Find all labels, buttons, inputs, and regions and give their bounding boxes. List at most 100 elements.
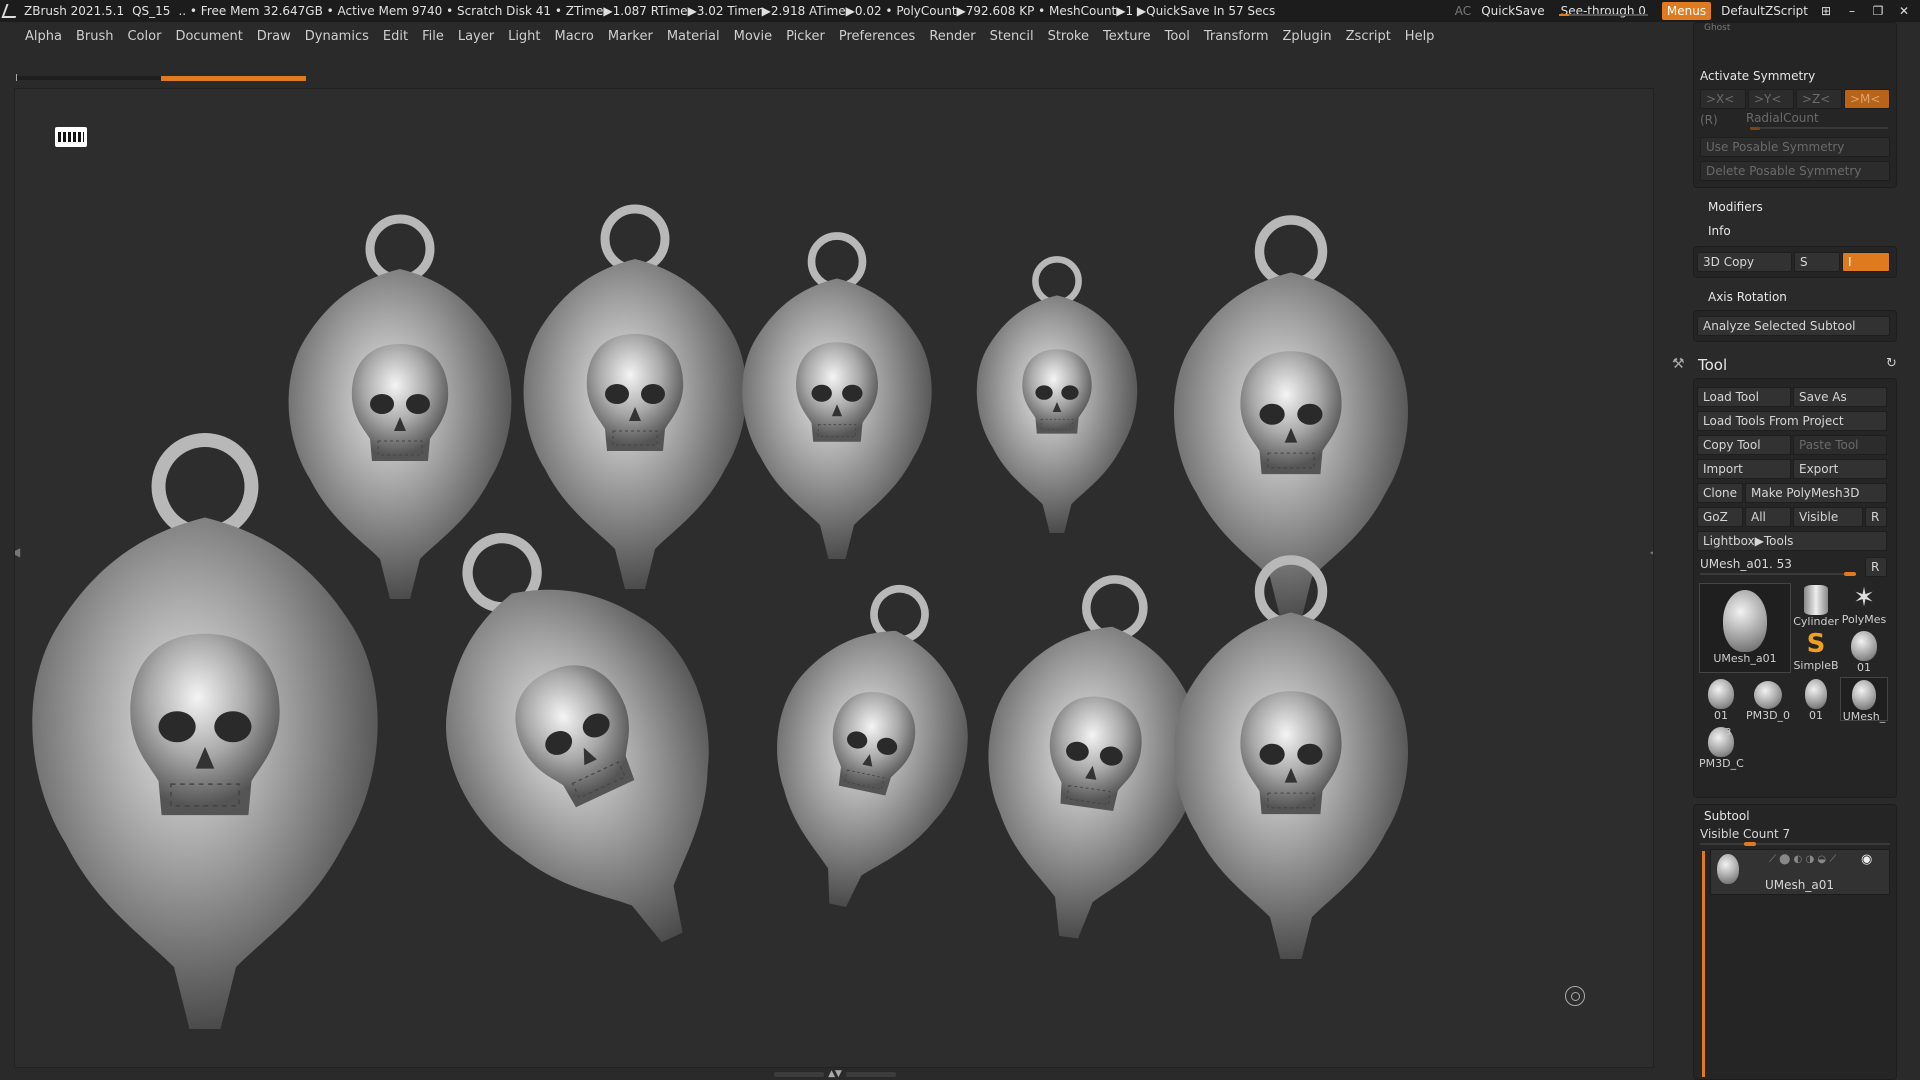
see-through-slider[interactable]: See-through 0 [1555, 4, 1652, 18]
menu-item-stroke[interactable]: Stroke [1041, 29, 1096, 44]
star-icon: ✶ [1853, 583, 1875, 613]
current-tool-slider[interactable]: UMesh_a01. 53 [1700, 557, 1792, 571]
menu-item-picker[interactable]: Picker [779, 29, 832, 44]
menu-item-dynamics[interactable]: Dynamics [298, 29, 376, 44]
i-button[interactable]: I [1842, 252, 1890, 272]
menu-item-material[interactable]: Material [660, 29, 727, 44]
skull-pendant [1173, 555, 1409, 959]
menu-item-marker[interactable]: Marker [601, 29, 660, 44]
tool-thumb-03[interactable]: 01 [1793, 677, 1839, 722]
menu-item-stencil[interactable]: Stencil [983, 29, 1041, 44]
target-icon[interactable] [1565, 986, 1585, 1006]
ac-label[interactable]: AC [1455, 4, 1471, 18]
import-button[interactable]: Import [1697, 459, 1791, 479]
title-bar: ZBrush 2021.5.1 QS_15 .. • Free Mem 32.6… [0, 0, 1920, 22]
modifiers-header[interactable]: Modifiers [1708, 200, 1763, 214]
export-button[interactable]: Export [1793, 459, 1887, 479]
goz-r-button[interactable]: R [1865, 507, 1887, 527]
thumb-count: 3 [1725, 727, 1732, 738]
sym-y-button[interactable]: >Y< [1748, 89, 1794, 109]
close-icon[interactable]: ✕ [1896, 4, 1912, 18]
menu-item-zplugin[interactable]: Zplugin [1276, 29, 1339, 44]
default-zscript-button[interactable]: DefaultZScript [1721, 4, 1808, 18]
ghost-label: Ghost [1704, 23, 1731, 33]
bottom-tray-handle[interactable]: ▲▼ [770, 1069, 900, 1079]
tool-thumb-01[interactable]: 01 [1840, 629, 1888, 674]
delete-posable-symmetry-button[interactable]: Delete Posable Symmetry [1700, 161, 1890, 181]
copy-3d-button[interactable]: 3D Copy [1697, 252, 1792, 272]
sym-z-button[interactable]: >Z< [1796, 89, 1842, 109]
activate-symmetry-button[interactable]: Activate Symmetry [1700, 69, 1815, 83]
tool-thumb-pm3d-0[interactable]: PM3D_0 [1744, 677, 1792, 722]
menu-item-transform[interactable]: Transform [1197, 29, 1276, 44]
menu-item-macro[interactable]: Macro [548, 29, 601, 44]
menu-item-tool[interactable]: Tool [1158, 29, 1197, 44]
radial-count-slider[interactable]: RadialCount [1746, 111, 1819, 125]
axis-rotation-header[interactable]: Axis Rotation [1708, 290, 1787, 304]
subtool-item-label: UMesh_a01 [1765, 878, 1834, 892]
load-tool-button[interactable]: Load Tool [1697, 387, 1791, 407]
info-header[interactable]: Info [1708, 224, 1731, 238]
pendant-renders [32, 204, 1409, 1029]
menu-item-color[interactable]: Color [120, 29, 168, 44]
thumb-label: Cylinder [1793, 615, 1839, 628]
tool-thumb-pm3d-c[interactable]: PM3D_C 3 [1699, 725, 1744, 770]
right-tray-arrow-icon[interactable]: ◀ [1650, 545, 1653, 559]
clone-button[interactable]: Clone [1697, 483, 1743, 503]
use-posable-symmetry-button[interactable]: Use Posable Symmetry [1700, 137, 1890, 157]
subtool-item[interactable]: UMesh_a01 ◉ ⟋ ⬤ ◐ ◑ ◒ ⟋ [1710, 849, 1890, 895]
quicksave-button[interactable]: QuickSave [1481, 4, 1544, 18]
tool-r-button[interactable]: R [1865, 557, 1887, 577]
menu-item-layer[interactable]: Layer [451, 29, 501, 44]
lightbox-tools-button[interactable]: Lightbox▶Tools [1697, 531, 1887, 551]
tool-thumb-main[interactable]: UMesh_a01 [1699, 583, 1791, 673]
window-layout-icon[interactable]: ⊞ [1818, 4, 1834, 18]
tool-thumb-simpleb[interactable]: S SimpleB [1793, 629, 1839, 673]
sym-m-button[interactable]: >M< [1844, 89, 1890, 109]
tool-thumb-cylinder[interactable]: Cylinder [1793, 583, 1839, 628]
copy-tool-button[interactable]: Copy Tool [1697, 435, 1791, 455]
load-tools-from-project-button[interactable]: Load Tools From Project [1697, 411, 1887, 431]
subtool-scrollbar[interactable] [1702, 851, 1705, 1077]
menus-toggle[interactable]: Menus [1661, 2, 1712, 20]
paste-tool-button[interactable]: Paste Tool [1793, 435, 1887, 455]
goz-all-button[interactable]: All [1745, 507, 1791, 527]
visible-count-slider[interactable]: Visible Count 7 [1700, 827, 1790, 841]
menu-item-draw[interactable]: Draw [250, 29, 298, 44]
sym-x-button[interactable]: >X< [1700, 89, 1746, 109]
eye-icon[interactable]: ◉ [1861, 852, 1872, 867]
menu-item-alpha[interactable]: Alpha [18, 29, 69, 44]
goz-button[interactable]: GoZ [1697, 507, 1743, 527]
tool-thumb-polymesh[interactable]: ✶ PolyMes [1840, 583, 1888, 627]
radial-r-toggle[interactable]: (R) [1700, 113, 1718, 127]
s-button[interactable]: S [1794, 252, 1840, 272]
tool-section: Load Tool Save As Load Tools From Projec… [1693, 378, 1897, 798]
tool-header[interactable]: Tool [1698, 356, 1727, 374]
menu-item-light[interactable]: Light [501, 29, 547, 44]
restore-icon[interactable]: ❐ [1870, 4, 1886, 18]
menu-item-render[interactable]: Render [922, 29, 982, 44]
menu-item-movie[interactable]: Movie [727, 29, 779, 44]
menu-item-texture[interactable]: Texture [1096, 29, 1158, 44]
thumb-label: UMesh_a01 [1713, 652, 1777, 665]
goz-visible-button[interactable]: Visible [1793, 507, 1863, 527]
analyze-subtool-button[interactable]: Analyze Selected Subtool [1697, 316, 1890, 336]
stats-readout: .. • Free Mem 32.647GB • Active Mem 9740… [178, 4, 1276, 18]
minimize-icon[interactable]: – [1844, 4, 1860, 18]
menu-item-preferences[interactable]: Preferences [832, 29, 922, 44]
save-as-button[interactable]: Save As [1793, 387, 1887, 407]
left-tray-arrow-icon[interactable]: ◀ [15, 545, 20, 559]
menu-item-file[interactable]: File [415, 29, 451, 44]
menu-item-document[interactable]: Document [168, 29, 249, 44]
tool-thumb-umesh[interactable]: UMesh_ [1840, 677, 1888, 723]
menu-item-edit[interactable]: Edit [376, 29, 415, 44]
menu-item-zscript[interactable]: Zscript [1339, 29, 1398, 44]
make-polymesh3d-button[interactable]: Make PolyMesh3D [1745, 483, 1887, 503]
subtool-toggle-icons[interactable]: ⟋ ⬤ ◐ ◑ ◒ ⟋ [1769, 854, 1836, 865]
menu-item-brush[interactable]: Brush [69, 29, 121, 44]
refresh-icon[interactable]: ↻ [1886, 356, 1897, 371]
document-canvas[interactable]: ◀ ◀ [14, 88, 1654, 1068]
tool-thumb-02[interactable]: 01 [1699, 677, 1743, 722]
subtool-header[interactable]: Subtool [1704, 809, 1750, 823]
menu-item-help[interactable]: Help [1398, 29, 1442, 44]
